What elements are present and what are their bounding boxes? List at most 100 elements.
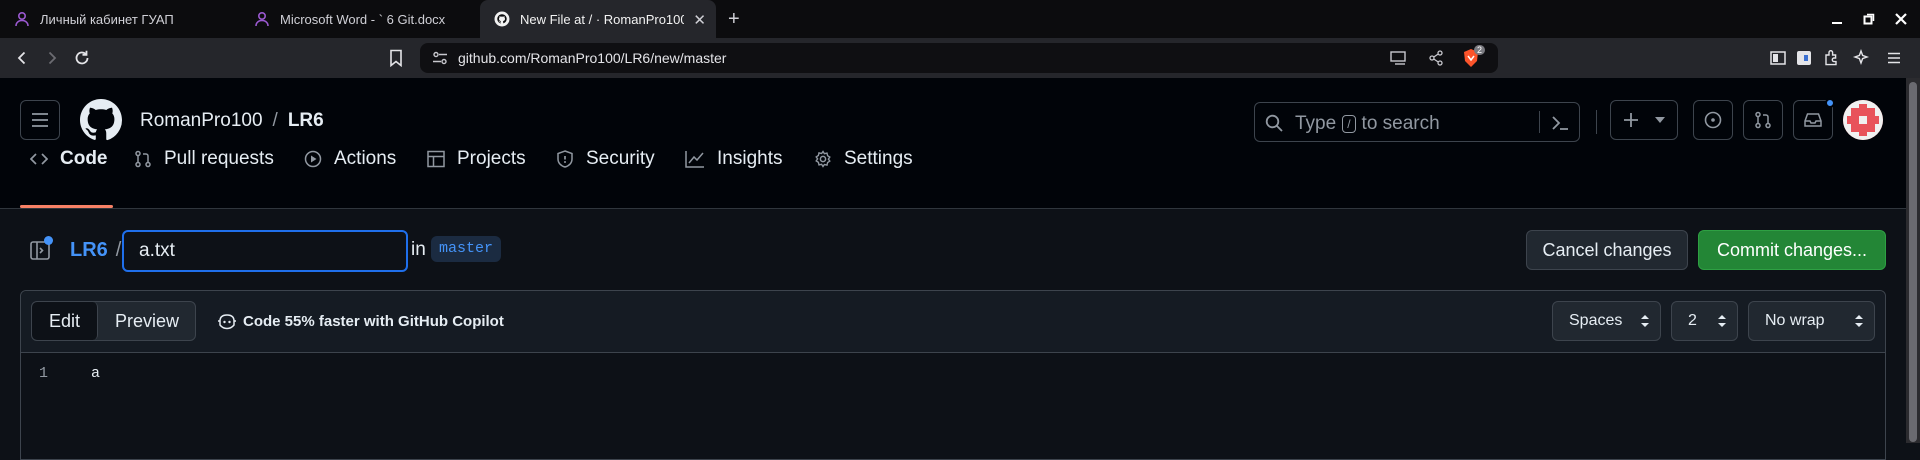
hamburger-menu-button[interactable] [20, 100, 60, 140]
shield-icon [557, 150, 573, 168]
tab-label: Actions [334, 148, 397, 169]
repo-owner-link[interactable]: RomanPro100 [140, 110, 263, 132]
tab-projects[interactable]: Projects [427, 138, 526, 180]
command-palette-icon[interactable] [1551, 114, 1569, 132]
notification-dot [44, 236, 53, 245]
sidebar-toggle-icon[interactable] [1770, 50, 1786, 66]
menu-icon[interactable] [1886, 50, 1902, 66]
search-placeholder-text: Type [1295, 113, 1337, 134]
tab-label: Security [586, 148, 655, 169]
table-icon [427, 150, 445, 168]
tab-settings[interactable]: Settings [814, 138, 913, 180]
file-breadcrumb: LR6 / [70, 239, 121, 262]
reload-icon[interactable] [73, 49, 91, 67]
line-number: 1 [39, 365, 49, 382]
indent-size-value: 2 [1688, 312, 1697, 329]
breadcrumb-separator: / [272, 110, 278, 131]
browser-tab-strip: Личный кабинет ГУАП Microsoft Word - ` 6… [0, 0, 1920, 38]
browser-tab-title: Microsoft Word - ` 6 Git.docx [280, 11, 446, 27]
tab-code[interactable]: Code [30, 138, 108, 180]
extensions-icon[interactable] [1822, 49, 1840, 67]
scrollbar-thumb[interactable] [1909, 82, 1917, 442]
pull-requests-header-button[interactable] [1743, 100, 1783, 140]
github-icon [494, 11, 510, 27]
browser-tab-title: New File at / · RomanPro100/LR6 [520, 11, 684, 27]
search-icon [1265, 114, 1283, 132]
page-scrollbar[interactable] [1906, 78, 1920, 443]
graph-icon [685, 151, 704, 168]
tab-insights[interactable]: Insights [685, 138, 782, 180]
browser-tab[interactable]: Личный кабинет ГУАП [0, 0, 240, 38]
forward-icon[interactable] [44, 50, 60, 66]
tab-label: Settings [844, 148, 913, 169]
github-logo-icon[interactable] [80, 99, 122, 141]
select-arrows-icon [1855, 315, 1863, 327]
plus-icon [1624, 113, 1638, 127]
file-tree-toggle-button[interactable] [30, 236, 53, 261]
indent-mode-select[interactable]: Spaces [1552, 301, 1661, 341]
new-tab-icon[interactable]: + [728, 8, 740, 31]
copilot-hint-text: Code 55% faster with GitHub Copilot [243, 312, 504, 330]
browser-tab-active[interactable]: New File at / · RomanPro100/LR6 ✕ [480, 0, 716, 38]
commit-changes-button[interactable]: Commit changes... [1698, 230, 1886, 270]
code-editor: Edit Preview Code 55% faster with GitHub… [20, 290, 1886, 460]
avatar[interactable] [1843, 100, 1883, 140]
bookmark-icon[interactable] [388, 49, 404, 67]
tab-pull-requests[interactable]: Pull requests [134, 138, 274, 180]
search-shortcut-key: / [1342, 115, 1356, 133]
github-header: RomanPro100 / LR6 Type / to search Code … [0, 78, 1906, 209]
edit-preview-toggle: Edit Preview [31, 301, 196, 341]
triangle-down-icon [1655, 117, 1665, 123]
share-icon[interactable] [1428, 50, 1444, 66]
close-tab-icon[interactable]: ✕ [693, 11, 706, 29]
search-input[interactable]: Type / to search [1254, 102, 1580, 142]
shields-count-badge: 2 [1474, 45, 1486, 55]
leo-ai-icon[interactable] [1852, 49, 1870, 67]
wrap-mode-select[interactable]: No wrap [1748, 301, 1875, 341]
repo-name-link[interactable]: LR6 [288, 110, 324, 132]
code-icon [30, 153, 48, 165]
editor-toolbar: Edit Preview Code 55% faster with GitHub… [21, 291, 1885, 353]
url-text: github.com/RomanPro100/LR6/new/master [458, 50, 727, 66]
indent-size-select[interactable]: 2 [1671, 301, 1738, 341]
select-arrows-icon [1718, 315, 1726, 327]
repo-breadcrumb: RomanPro100 / LR6 [140, 110, 324, 132]
create-new-button[interactable] [1610, 100, 1678, 140]
tab-label: Code [60, 148, 108, 169]
browser-tab[interactable]: Microsoft Word - ` 6 Git.docx [240, 0, 480, 38]
breadcrumb-separator: / [115, 239, 122, 261]
issue-opened-icon [1704, 111, 1722, 129]
wallet-icon[interactable] [1796, 49, 1812, 67]
tab-preview[interactable]: Preview [98, 302, 195, 340]
close-window-icon[interactable] [1890, 8, 1912, 30]
brave-shields-icon[interactable]: 2 [1462, 45, 1486, 68]
minimize-icon[interactable] [1826, 8, 1848, 30]
gear-icon [815, 150, 831, 168]
search-placeholder-text-rest: to search [1361, 113, 1440, 134]
back-icon[interactable] [14, 50, 30, 66]
issues-button[interactable] [1693, 100, 1733, 140]
tab-label: Insights [717, 148, 783, 169]
hamburger-icon [32, 113, 48, 127]
tab-security[interactable]: Security [556, 138, 655, 180]
in-label: in [411, 239, 426, 260]
restore-icon[interactable] [1858, 8, 1880, 30]
file-edit-header: LR6 / in master Cancel changes Commit ch… [0, 209, 1906, 289]
tab-label: Projects [457, 148, 526, 169]
copilot-icon [218, 314, 236, 330]
breadcrumb-repo-link[interactable]: LR6 [70, 239, 108, 262]
cast-icon[interactable] [1390, 50, 1408, 66]
copilot-hint[interactable]: Code 55% faster with GitHub Copilot [217, 312, 504, 330]
filename-input[interactable] [122, 230, 408, 272]
notification-indicator [1825, 98, 1835, 108]
identicon-icon [1843, 100, 1883, 140]
tab-label: Pull requests [164, 148, 274, 169]
tab-edit[interactable]: Edit [32, 302, 98, 340]
tab-actions[interactable]: Actions [304, 138, 396, 180]
address-bar[interactable]: github.com/RomanPro100/LR6/new/master 2 [420, 43, 1498, 73]
cancel-changes-button[interactable]: Cancel changes [1526, 230, 1688, 270]
git-pull-request-icon [1755, 111, 1771, 129]
browser-toolbar: github.com/RomanPro100/LR6/new/master 2 [0, 38, 1920, 78]
code-line[interactable]: 1 a [21, 363, 1885, 387]
site-settings-icon[interactable] [432, 51, 448, 65]
